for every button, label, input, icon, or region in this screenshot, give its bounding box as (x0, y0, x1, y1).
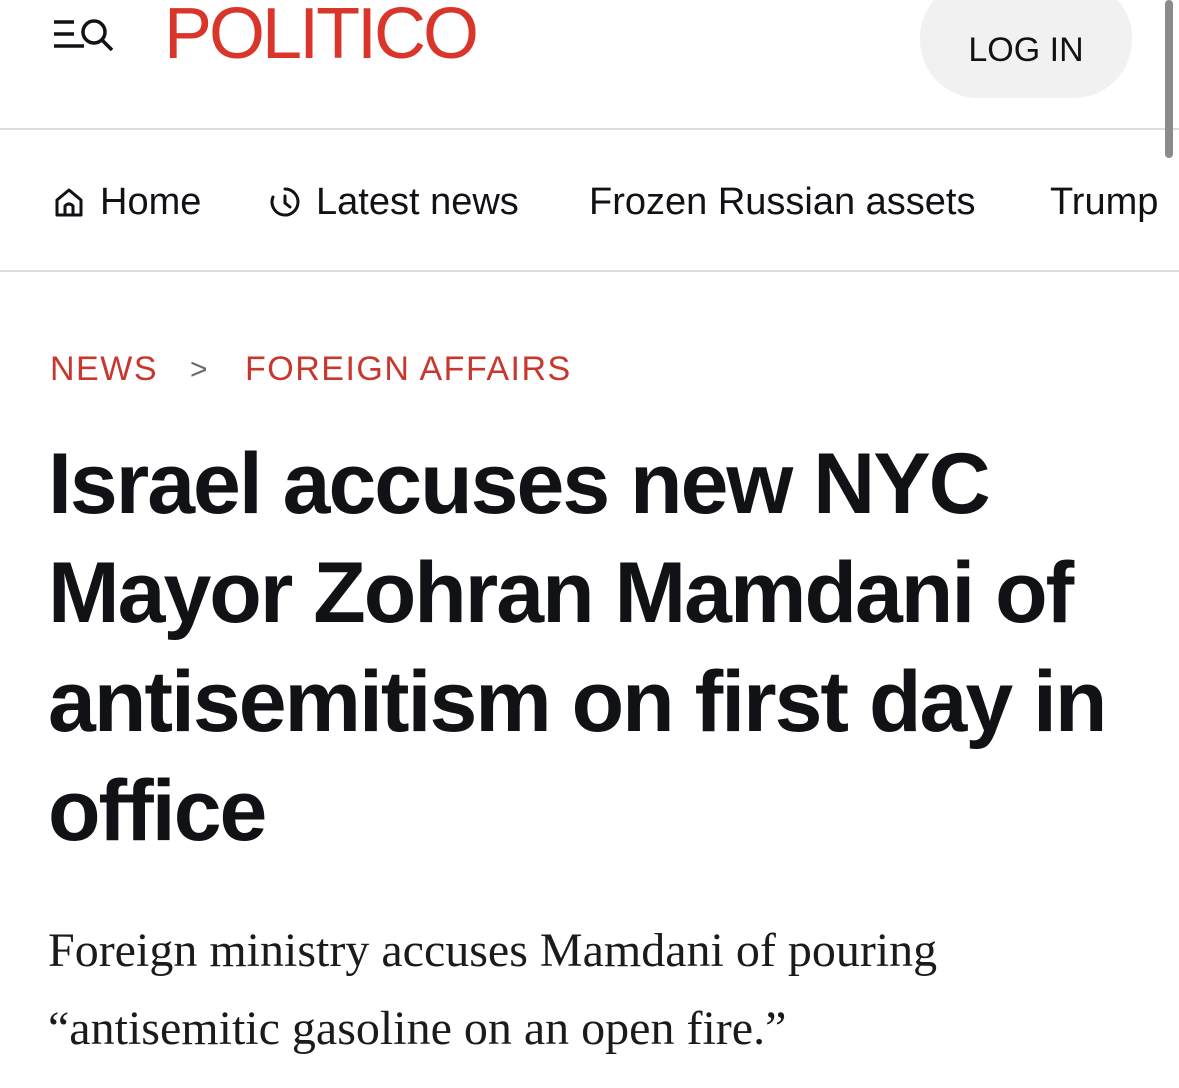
menu-search-icon[interactable] (52, 14, 116, 56)
breadcrumb-foreign-affairs[interactable]: FOREIGN AFFAIRS (245, 350, 572, 389)
chevron-right-icon: > (190, 352, 210, 386)
nav-item-home[interactable]: Home (52, 176, 201, 228)
nav-item-label: Trump (1050, 181, 1159, 223)
nav-item-label: Home (100, 181, 202, 223)
clock-icon (270, 187, 300, 217)
nav-item-label: Latest news (316, 181, 519, 223)
section-nav: Home Latest news Frozen Russian assets T… (0, 130, 1179, 272)
nav-item-latest-news[interactable]: Latest news (268, 176, 519, 228)
breadcrumb: NEWS > FOREIGN AFFAIRS (50, 350, 572, 389)
breadcrumb-news[interactable]: NEWS (50, 350, 158, 389)
nav-item-label: Frozen Russian assets (589, 181, 976, 223)
nav-item-frozen-russian-assets[interactable]: Frozen Russian assets (589, 176, 976, 228)
nav-item-trump[interactable]: Trump (1050, 176, 1158, 228)
article-dek: Foreign ministry accuses Mamdani of pour… (48, 924, 938, 1055)
site-header: POLITICO LOG IN (0, 0, 1179, 158)
home-icon (55, 188, 83, 217)
login-button[interactable]: LOG IN (920, 0, 1132, 98)
article-headline: Israel accuses new NYC Mayor Zohran Mamd… (48, 436, 1107, 859)
site-logo[interactable]: POLITICO (164, 0, 479, 74)
